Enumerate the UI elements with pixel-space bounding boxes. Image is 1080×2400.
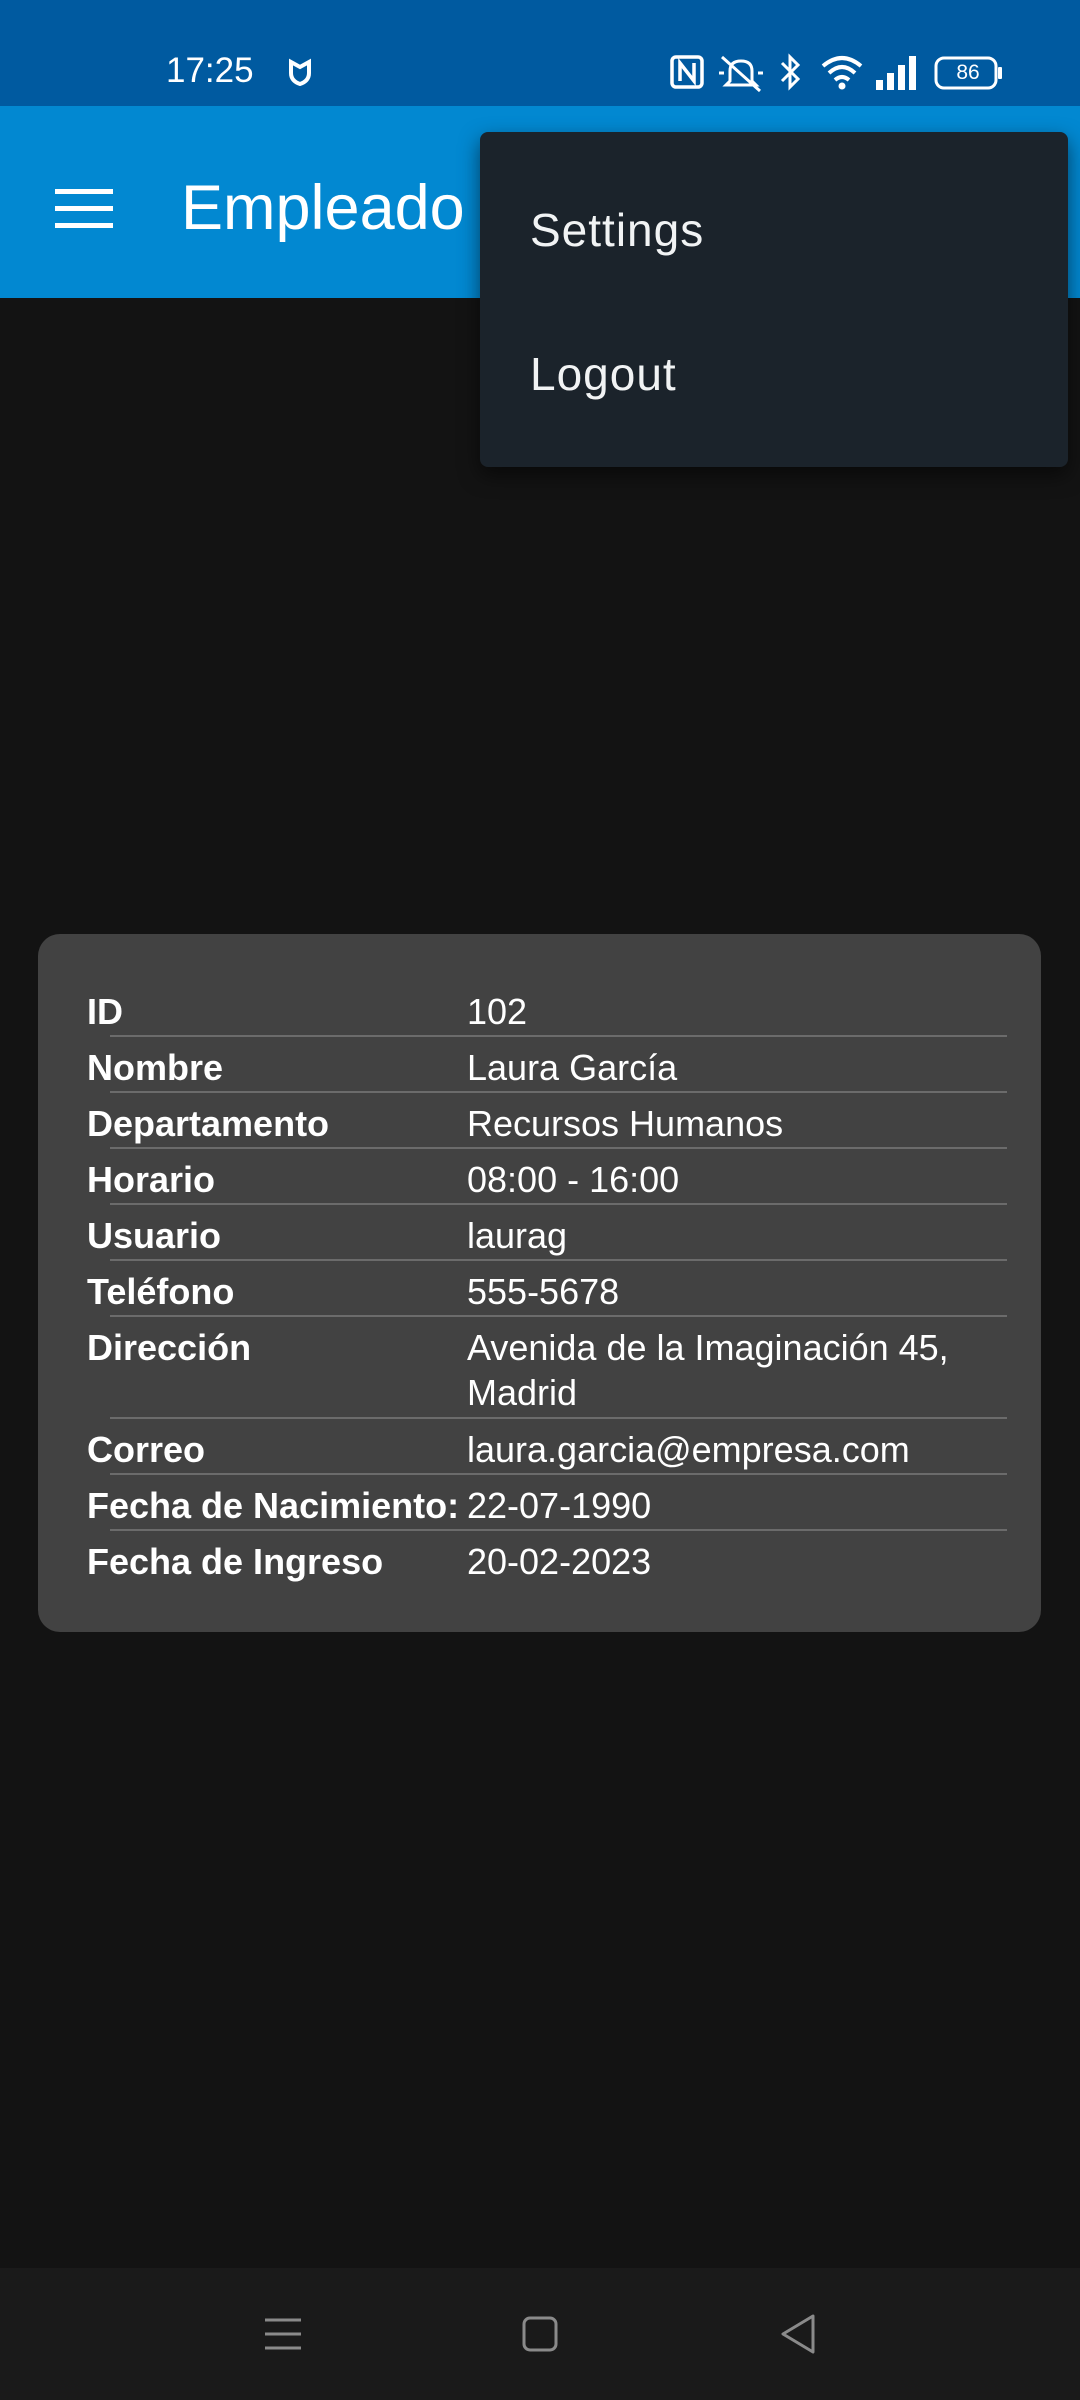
row-divider <box>110 1203 1007 1205</box>
app-title: Empleado <box>181 173 465 243</box>
detail-label: Departamento <box>87 1103 330 1144</box>
row-divider <box>110 1035 1007 1037</box>
detail-value: 555-5678 <box>467 1271 620 1312</box>
detail-label: Usuario <box>87 1215 222 1256</box>
nfc-icon <box>670 55 704 89</box>
hamburger-menu-icon <box>55 189 113 228</box>
detail-label: Horario <box>87 1159 216 1200</box>
detail-label: ID <box>87 991 123 1032</box>
wifi-icon <box>821 56 863 90</box>
home-icon[interactable] <box>508 2302 572 2366</box>
detail-label: Correo <box>87 1429 206 1470</box>
row-divider <box>110 1529 1007 1531</box>
overflow-menu: Settings Logout <box>480 132 1068 467</box>
navigation-menu-button[interactable] <box>44 168 124 248</box>
signal-icon <box>876 56 916 90</box>
detail-label: Teléfono <box>87 1271 235 1312</box>
battery-level: 86 <box>956 61 980 84</box>
detail-value: laura.garcia@empresa.com <box>467 1429 910 1470</box>
shield-icon <box>289 58 311 86</box>
status-bar: 17:25 86 <box>0 0 1080 106</box>
detail-label: Fecha de Ingreso <box>87 1541 384 1582</box>
row-divider <box>110 1315 1007 1317</box>
row-divider <box>110 1259 1007 1261</box>
back-icon[interactable] <box>767 2302 831 2366</box>
status-time: 17:25 <box>166 51 254 90</box>
row-divider <box>110 1417 1007 1419</box>
detail-label: Nombre <box>87 1047 224 1088</box>
system-nav-bar <box>0 2268 1080 2400</box>
employee-details-card: ID 102 Nombre Laura García Departamento … <box>38 934 1041 1632</box>
detail-value: 102 <box>467 991 528 1032</box>
detail-label: Fecha de Nacimiento: <box>87 1485 460 1526</box>
detail-value: laurag <box>467 1215 568 1256</box>
bell-muted-icon <box>719 55 763 93</box>
detail-value: 08:00 - 16:00 <box>467 1159 680 1200</box>
detail-value: Laura García <box>467 1047 678 1088</box>
menu-item-settings[interactable]: Settings <box>530 202 704 258</box>
row-divider <box>110 1147 1007 1149</box>
row-divider <box>110 1473 1007 1475</box>
detail-label: Dirección <box>87 1327 252 1368</box>
detail-value: 20-02-2023 <box>467 1541 652 1582</box>
recents-icon[interactable] <box>251 2302 315 2366</box>
detail-value: Avenida de la Imaginación 45, Madrid <box>467 1327 949 1413</box>
row-divider <box>110 1091 1007 1093</box>
detail-value: 22-07-1990 <box>467 1485 652 1526</box>
bluetooth-icon <box>780 53 801 91</box>
detail-value: Recursos Humanos <box>467 1103 784 1144</box>
menu-item-logout[interactable]: Logout <box>530 346 677 402</box>
